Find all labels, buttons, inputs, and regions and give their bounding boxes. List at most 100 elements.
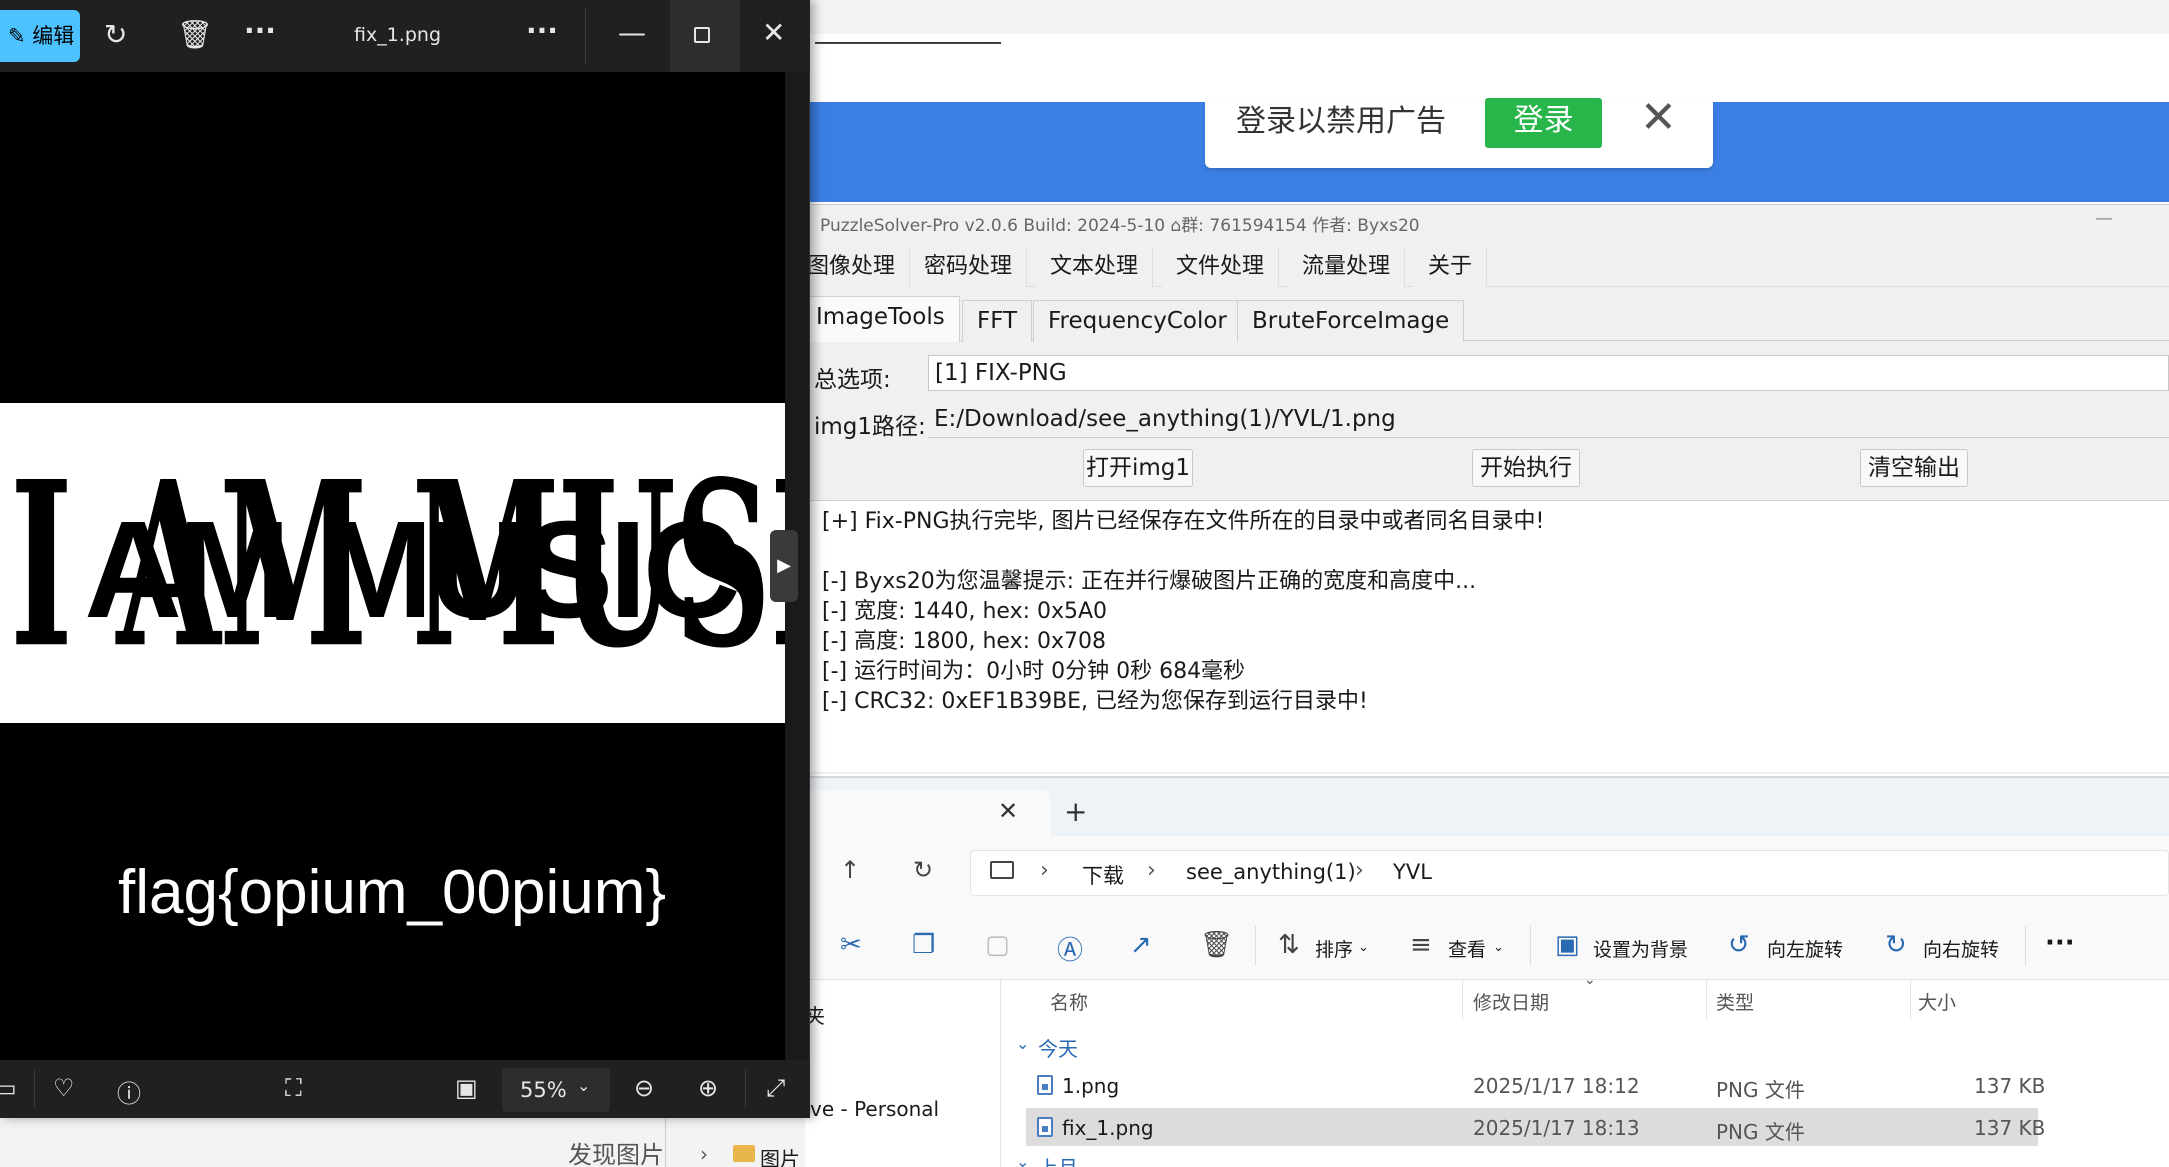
sort-button[interactable]: 排序 bbox=[1315, 935, 1353, 962]
edit-button[interactable]: ✎ 编辑 bbox=[0, 10, 80, 62]
rename-icon[interactable]: Ⓐ bbox=[1057, 930, 1083, 967]
path-input[interactable]: E:/Download/see_anything(1)/YVL/1.png bbox=[928, 402, 2169, 438]
set-background-button[interactable]: 设置为背景 bbox=[1593, 935, 1688, 962]
rotate-right-icon[interactable]: ↻ bbox=[1885, 930, 1907, 960]
edit-label: 编辑 bbox=[32, 24, 75, 48]
toolbar-divider bbox=[2025, 926, 2026, 966]
sort-icon[interactable]: ⇅ bbox=[1278, 930, 1300, 960]
ad-login-button[interactable]: 登录 bbox=[1485, 98, 1602, 148]
image-flag-text: flag{opium_00pium} bbox=[118, 858, 667, 927]
breadcrumb-downloads[interactable]: 下载 bbox=[1082, 860, 1124, 890]
maximize-icon bbox=[694, 27, 710, 43]
breadcrumb-chevron-icon: › bbox=[1147, 858, 1156, 883]
bottombar-divider bbox=[34, 1070, 35, 1108]
zoom-dropdown[interactable]: 55% bbox=[502, 1068, 610, 1112]
chevron-down-icon: ⌄ bbox=[577, 1076, 591, 1095]
minimize-button[interactable]: — bbox=[2095, 208, 2113, 229]
group-today[interactable]: 今天 bbox=[1038, 1033, 1078, 1062]
tab-close-icon[interactable]: ✕ bbox=[998, 797, 1018, 825]
paste-icon[interactable]: ▢ bbox=[985, 930, 1010, 960]
sort-chevron-icon: ⌄ bbox=[1584, 972, 1596, 988]
refresh-icon[interactable]: ↻ bbox=[913, 856, 933, 884]
view-icon[interactable]: ≡ bbox=[1410, 930, 1432, 960]
tab-frequencycolor[interactable]: FrequencyColor bbox=[1033, 300, 1242, 342]
zoom-out-icon[interactable]: ⊖ bbox=[634, 1074, 654, 1102]
menu-traffic-processing[interactable]: 流量处理 bbox=[1288, 249, 1406, 287]
run-button[interactable]: 开始执行 bbox=[1472, 449, 1580, 487]
ad-close-icon[interactable]: ✕ bbox=[1640, 92, 1677, 143]
tab-fft[interactable]: FFT bbox=[962, 300, 1033, 342]
discover-pictures-text: 发现图片 bbox=[568, 1141, 664, 1167]
output-line: [+] Fix-PNG执行完毕, 图片已经保存在文件所在的目录中或者同名目录中! bbox=[822, 509, 1545, 534]
file-type: PNG 文件 bbox=[1716, 1120, 1805, 1144]
group-chevron-icon[interactable]: ⌄ bbox=[1016, 1034, 1029, 1053]
rotate-icon[interactable]: ↻ bbox=[104, 18, 127, 51]
new-tab-button[interactable]: + bbox=[1064, 795, 1087, 828]
clear-output-button[interactable]: 清空输出 bbox=[1860, 449, 1968, 487]
puzzlesolver-title: PuzzleSolver-Pro v2.0.6 Build: 2024-5-10… bbox=[820, 216, 1420, 236]
set-background-icon[interactable]: ▣ bbox=[1555, 930, 1580, 960]
nav-pictures-label[interactable]: 图片 bbox=[760, 1143, 800, 1167]
column-divider bbox=[1910, 980, 1911, 1020]
close-icon[interactable]: ✕ bbox=[762, 16, 785, 49]
chevron-down-icon: ⌄ bbox=[1493, 940, 1504, 955]
tab-imagetools[interactable]: ImageTools bbox=[805, 296, 960, 342]
photo-filename: fix_1.png bbox=[354, 24, 442, 46]
more-options-icon[interactable]: ··· bbox=[2045, 928, 2075, 958]
file-name[interactable]: fix_1.png bbox=[1062, 1116, 1154, 1140]
group-chevron-icon[interactable]: ⌄ bbox=[1016, 1152, 1029, 1167]
browser-cut-text: ▔▔▔▔▔▔▔▔▔▔▔ bbox=[815, 42, 1002, 67]
menu-text-processing[interactable]: 文本处理 bbox=[1036, 249, 1154, 287]
menu-crypto-processing[interactable]: 密码处理 bbox=[910, 249, 1028, 287]
share-icon[interactable]: ↗ bbox=[1130, 930, 1152, 960]
bottombar-divider bbox=[745, 1070, 746, 1108]
path-label: img1路径: bbox=[814, 414, 926, 440]
png-file-icon bbox=[1037, 1075, 1053, 1095]
file-date: 2025/1/17 18:12 bbox=[1473, 1074, 1640, 1098]
rotate-left-button[interactable]: 向左旋转 bbox=[1767, 935, 1843, 962]
breadcrumb-yvl[interactable]: YVL bbox=[1393, 860, 1432, 884]
option-select[interactable]: [1] FIX-PNG bbox=[928, 355, 2169, 391]
filmstrip-icon[interactable]: ▭ bbox=[0, 1074, 17, 1102]
column-divider bbox=[1706, 980, 1707, 1020]
menu-image-processing[interactable]: 图像处理 bbox=[805, 249, 911, 287]
group-earlier[interactable]: 上月 bbox=[1038, 1152, 1078, 1167]
delete-icon[interactable]: 🗑 bbox=[1200, 930, 1233, 960]
breadcrumb-see-anything[interactable]: see_anything(1) bbox=[1186, 860, 1356, 884]
favorite-icon[interactable]: ♡ bbox=[53, 1074, 75, 1102]
breadcrumb-chevron-icon: › bbox=[1040, 858, 1049, 883]
ad-text: 登录以禁用广告 bbox=[1236, 104, 1446, 139]
column-date[interactable]: 修改日期 bbox=[1473, 988, 1549, 1015]
menu-about[interactable]: 关于 bbox=[1414, 249, 1488, 287]
column-name[interactable]: 名称 bbox=[1050, 988, 1088, 1015]
output-line: [-] 高度: 1800, hex: 0x708 bbox=[822, 629, 1107, 654]
file-name[interactable]: 1.png bbox=[1062, 1074, 1119, 1098]
cut-icon[interactable]: ✂ bbox=[840, 930, 862, 960]
info-icon[interactable]: ⓘ bbox=[117, 1074, 141, 1109]
up-arrow-icon[interactable]: ↑ bbox=[840, 856, 860, 884]
fit-to-window-icon[interactable]: ▣ bbox=[455, 1074, 478, 1102]
nav-onedrive-label[interactable]: ve - Personal bbox=[810, 1097, 939, 1121]
delete-icon[interactable]: 🗑 bbox=[177, 18, 213, 51]
rotate-left-icon[interactable]: ↺ bbox=[1728, 930, 1750, 960]
visual-search-icon[interactable]: ⛶ bbox=[285, 1074, 302, 1102]
more-options-icon[interactable]: ··· bbox=[244, 14, 276, 47]
rotate-right-button[interactable]: 向右旋转 bbox=[1923, 935, 1999, 962]
minimize-icon[interactable]: — bbox=[618, 16, 646, 49]
open-img1-button[interactable]: 打开img1 bbox=[1083, 449, 1193, 487]
tab-bruteforceimage[interactable]: BruteForceImage bbox=[1237, 300, 1465, 342]
column-size[interactable]: 大小 bbox=[1918, 988, 1956, 1015]
copy-icon[interactable]: ❐ bbox=[912, 930, 935, 960]
toolbar-divider bbox=[1530, 926, 1531, 966]
image-white-band: I AM MUSIC I AM MUSIC bbox=[0, 403, 785, 723]
option-label: 总选项: bbox=[814, 367, 891, 393]
nav-chevron-icon[interactable]: › bbox=[700, 1142, 708, 1166]
fullscreen-icon[interactable]: ⤢ bbox=[766, 1074, 785, 1102]
menu-file-processing[interactable]: 文件处理 bbox=[1162, 249, 1280, 287]
file-size: 137 KB bbox=[1974, 1116, 2046, 1140]
column-type[interactable]: 类型 bbox=[1716, 988, 1754, 1015]
zoom-in-icon[interactable]: ⊕ bbox=[698, 1074, 718, 1102]
more-options-icon[interactable]: ··· bbox=[526, 14, 558, 47]
view-button[interactable]: 查看 bbox=[1448, 935, 1486, 962]
filmstrip-toggle-icon[interactable]: ▶ bbox=[770, 530, 798, 602]
